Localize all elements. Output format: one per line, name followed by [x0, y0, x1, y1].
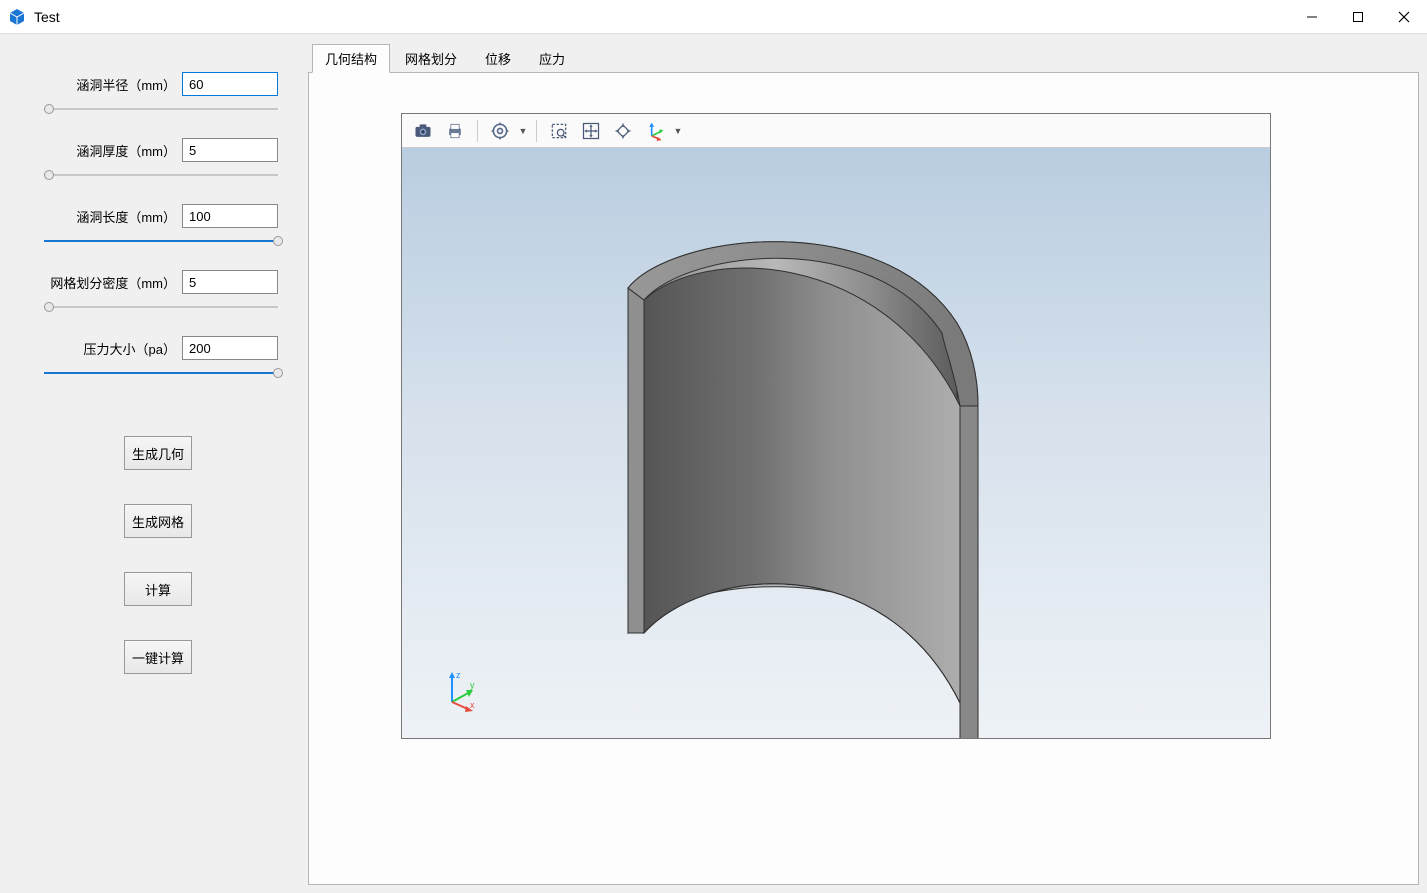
toolbar-separator: [536, 120, 537, 142]
title-bar: Test: [0, 0, 1427, 34]
param-label: 涵洞厚度（mm）: [38, 141, 182, 160]
thickness-input[interactable]: [182, 138, 278, 162]
svg-text:z: z: [456, 670, 461, 680]
pressure-slider[interactable]: [44, 366, 278, 380]
compute-button[interactable]: 计算: [124, 572, 192, 606]
settings-icon[interactable]: [485, 117, 515, 145]
one-click-compute-button[interactable]: 一键计算: [124, 640, 192, 674]
3d-viewport[interactable]: z y x: [402, 148, 1270, 738]
sidebar-buttons: 生成几何 生成网格 计算 一键计算: [38, 436, 278, 674]
param-label: 涵洞半径（mm）: [38, 75, 182, 94]
radius-slider[interactable]: [44, 102, 278, 116]
client-area: 涵洞半径（mm） 涵洞厚度（mm） 涵洞长度（mm） 网格划分密度（m: [0, 34, 1427, 893]
settings-dropdown-icon[interactable]: ▼: [517, 117, 529, 145]
length-input[interactable]: [182, 204, 278, 228]
generate-mesh-button[interactable]: 生成网格: [124, 504, 192, 538]
toolbar-separator: [477, 120, 478, 142]
param-label: 压力大小（pa）: [38, 339, 182, 358]
mesh-density-slider[interactable]: [44, 300, 278, 314]
viewport-toolbar: ▼: [402, 114, 1270, 148]
thickness-slider[interactable]: [44, 168, 278, 182]
radius-input[interactable]: [182, 72, 278, 96]
tab-mesh[interactable]: 网格划分: [392, 44, 470, 73]
select-box-icon[interactable]: [544, 117, 574, 145]
param-row-thickness: 涵洞厚度（mm）: [38, 138, 278, 162]
tab-geometry[interactable]: 几何结构: [312, 44, 390, 73]
minimize-button[interactable]: [1289, 0, 1335, 34]
pressure-input[interactable]: [182, 336, 278, 360]
tab-stress[interactable]: 应力: [526, 44, 578, 73]
svg-text:y: y: [470, 680, 475, 690]
maximize-button[interactable]: [1335, 0, 1381, 34]
tab-displacement[interactable]: 位移: [472, 44, 524, 73]
print-icon[interactable]: [440, 117, 470, 145]
param-row-mesh: 网格划分密度（mm）: [38, 270, 278, 294]
close-button[interactable]: [1381, 0, 1427, 34]
sidebar: 涵洞半径（mm） 涵洞厚度（mm） 涵洞长度（mm） 网格划分密度（m: [8, 44, 308, 885]
svg-text:x: x: [470, 700, 475, 710]
param-label: 涵洞长度（mm）: [38, 207, 182, 226]
coordinate-triad: z y x: [440, 668, 484, 712]
axes-icon[interactable]: [640, 117, 670, 145]
camera-icon[interactable]: [408, 117, 438, 145]
pan-icon[interactable]: [576, 117, 606, 145]
geometry-render: [402, 148, 1270, 738]
window-title: Test: [34, 9, 60, 25]
tab-body: ▼: [308, 72, 1419, 885]
param-row-length: 涵洞长度（mm）: [38, 204, 278, 228]
tab-bar: 几何结构 网格划分 位移 应力: [308, 44, 1419, 73]
param-row-radius: 涵洞半径（mm）: [38, 72, 278, 96]
param-label: 网格划分密度（mm）: [38, 273, 182, 292]
generate-geometry-button[interactable]: 生成几何: [124, 436, 192, 470]
fit-icon[interactable]: [608, 117, 638, 145]
main-area: 几何结构 网格划分 位移 应力 ▼: [308, 44, 1419, 885]
axes-dropdown-icon[interactable]: ▼: [672, 117, 684, 145]
viewport-panel: ▼: [401, 113, 1271, 739]
mesh-density-input[interactable]: [182, 270, 278, 294]
length-slider[interactable]: [44, 234, 278, 248]
app-icon: [8, 8, 26, 26]
param-row-pressure: 压力大小（pa）: [38, 336, 278, 360]
